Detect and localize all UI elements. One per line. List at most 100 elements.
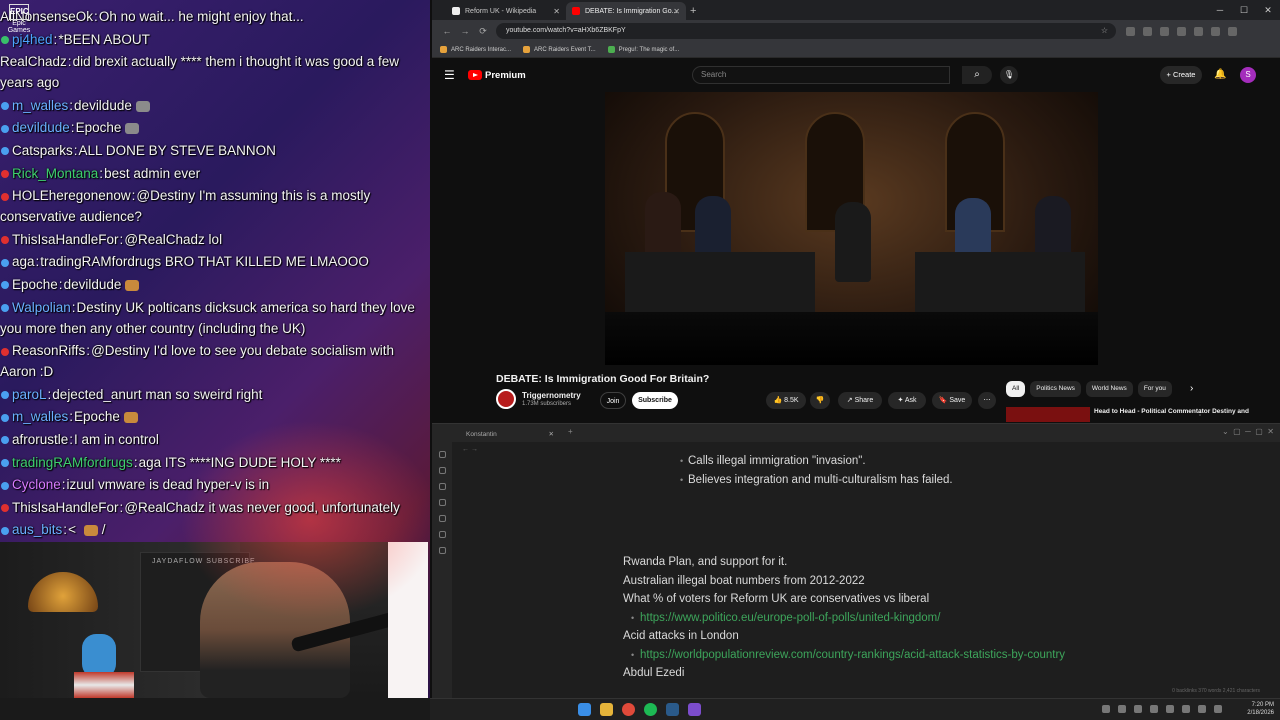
- note-link[interactable]: https://www.politico.eu/europe-poll-of-p…: [623, 609, 1183, 628]
- youtube-logo[interactable]: Premium: [468, 70, 526, 81]
- channel-avatar[interactable]: [496, 389, 516, 409]
- video-player[interactable]: [605, 92, 1098, 365]
- chat-username[interactable]: devildude: [12, 120, 70, 135]
- tray-icon[interactable]: [1134, 705, 1142, 713]
- suggested-thumbnail[interactable]: [1006, 407, 1090, 422]
- save-button[interactable]: 🔖 Save: [932, 392, 972, 409]
- extension-icon[interactable]: [1126, 26, 1135, 36]
- create-button[interactable]: + Create: [1160, 66, 1202, 84]
- reload-icon[interactable]: ⟳: [474, 26, 492, 37]
- list-icon[interactable]: [438, 547, 446, 554]
- chip-politics-news[interactable]: Politics News: [1030, 381, 1081, 397]
- chat-username[interactable]: Cyclone: [12, 477, 61, 492]
- chip-for-you[interactable]: For you: [1137, 381, 1172, 397]
- menu-icon[interactable]: [1228, 26, 1237, 36]
- notes-tab[interactable]: Konstantin ✕: [458, 427, 554, 442]
- close-icon[interactable]: ✕: [549, 427, 554, 442]
- tray-icon[interactable]: [1150, 705, 1158, 713]
- chat-username[interactable]: ReasonRiffs: [12, 343, 85, 358]
- bookmark-item[interactable]: Pregu!: The magic of...: [607, 46, 679, 53]
- chat-username[interactable]: m_walles: [12, 409, 68, 424]
- extension-icon[interactable]: [1143, 26, 1152, 36]
- tray-icon[interactable]: [1166, 705, 1174, 713]
- chat-username[interactable]: aus_bits: [12, 522, 62, 537]
- bookmark-item[interactable]: ARC Raiders Event T...: [523, 46, 596, 53]
- more-actions-icon[interactable]: ⋯: [978, 392, 996, 409]
- chat-username[interactable]: HOLEheregonenow: [12, 188, 131, 203]
- chat-username[interactable]: ThisIsaHandleFor: [12, 232, 119, 247]
- close-window-icon[interactable]: ✕: [1256, 0, 1280, 20]
- chip-world-news[interactable]: World News: [1085, 381, 1133, 397]
- close-icon[interactable]: ✕: [553, 7, 560, 16]
- hamburger-menu-icon[interactable]: ☰: [444, 68, 456, 82]
- tray-icon[interactable]: [1198, 705, 1206, 713]
- chat-username[interactable]: ThisIsaHandleFor: [12, 500, 119, 515]
- note-nav-arrows[interactable]: ← →: [462, 446, 478, 453]
- file-explorer-icon[interactable]: [600, 703, 613, 716]
- extension-icon[interactable]: [1194, 26, 1203, 36]
- extension-icon[interactable]: [1160, 26, 1169, 36]
- terminal-icon[interactable]: [438, 531, 446, 538]
- subscribe-button[interactable]: Subscribe: [632, 392, 678, 409]
- clock[interactable]: 7:20 PM 2/18/2026: [1247, 701, 1274, 717]
- like-button[interactable]: 👍 8.5K: [766, 392, 806, 409]
- chrome-icon[interactable]: [622, 703, 635, 716]
- search-button[interactable]: ⌕: [962, 66, 992, 84]
- notes-window-controls[interactable]: ⌄ ▢ ─ ▢ ✕: [1222, 427, 1274, 436]
- calendar-icon[interactable]: [438, 499, 446, 506]
- suggested-video[interactable]: Head to Head - Political Commentator Des…: [1006, 406, 1266, 422]
- chat-username[interactable]: afrorustle: [12, 432, 68, 447]
- chip-all[interactable]: All: [1006, 381, 1026, 397]
- new-tab-button[interactable]: +: [690, 2, 696, 20]
- avatar[interactable]: S: [1240, 67, 1256, 83]
- profile-icon[interactable]: [1211, 26, 1220, 36]
- chat-username[interactable]: Walpolian: [12, 300, 71, 315]
- start-icon[interactable]: [578, 703, 591, 716]
- maximize-icon[interactable]: ☐: [1232, 0, 1256, 20]
- chat-username[interactable]: Epoche: [12, 277, 58, 292]
- back-icon[interactable]: ←: [438, 26, 456, 36]
- bookmark-item[interactable]: ARC Raiders Interac...: [440, 46, 511, 53]
- obsidian-icon[interactable]: [688, 703, 701, 716]
- tray-icon[interactable]: [1102, 705, 1110, 713]
- channel-name[interactable]: Triggernometry: [522, 391, 581, 400]
- voice-search-icon[interactable]: 🎙: [1000, 66, 1018, 84]
- forward-icon[interactable]: →: [456, 26, 474, 36]
- templates-icon[interactable]: [438, 515, 446, 522]
- tray-icon[interactable]: [1182, 705, 1190, 713]
- close-icon[interactable]: ✕: [673, 7, 680, 16]
- chat-username[interactable]: paroL: [12, 387, 47, 402]
- bookmark-star-icon[interactable]: ☆: [1101, 23, 1108, 39]
- chat-username[interactable]: Rick_Montana: [12, 166, 98, 181]
- tray-icon[interactable]: [1118, 705, 1126, 713]
- chat-username[interactable]: RealChadz: [0, 54, 67, 69]
- suggested-title[interactable]: Head to Head - Political Commentator Des…: [1094, 408, 1249, 416]
- chat-username[interactable]: m_walles: [12, 98, 68, 113]
- address-bar[interactable]: youtube.com/watch?v=aHXb6ZBKFpY ☆: [496, 23, 1116, 39]
- ask-button[interactable]: ✦ Ask: [888, 392, 926, 409]
- tray-icon[interactable]: [1214, 705, 1222, 713]
- tab-youtube[interactable]: DEBATE: Is Immigration Go... ✕: [566, 2, 686, 20]
- new-note-tab-button[interactable]: +: [568, 427, 573, 436]
- extension-icon[interactable]: [1177, 26, 1186, 36]
- chat-username[interactable]: tradingRAMfordrugs: [12, 455, 133, 470]
- minimize-icon[interactable]: ─: [1208, 0, 1232, 20]
- steam-icon[interactable]: [666, 703, 679, 716]
- chat-username[interactable]: Catsparks: [12, 143, 73, 158]
- chat-separator: :: [69, 409, 74, 425]
- join-button[interactable]: Join: [600, 392, 626, 409]
- chat-username[interactable]: aga: [12, 254, 35, 269]
- graph-icon[interactable]: [438, 483, 446, 490]
- notifications-bell-icon[interactable]: 🔔: [1214, 66, 1228, 84]
- share-button[interactable]: ↗ Share: [838, 392, 882, 409]
- chevron-right-icon[interactable]: ›: [1190, 383, 1193, 394]
- spotify-icon[interactable]: [644, 703, 657, 716]
- more-vert-icon[interactable]: ⋮: [1196, 408, 1204, 417]
- search-icon[interactable]: [438, 467, 446, 474]
- dislike-button[interactable]: 👎: [810, 392, 830, 409]
- note-link[interactable]: https://worldpopulationreview.com/countr…: [623, 646, 1183, 665]
- files-icon[interactable]: [438, 451, 446, 458]
- tab-wikipedia[interactable]: Reform UK - Wikipedia ✕: [446, 2, 566, 20]
- note-content[interactable]: Calls illegal immigration "invasion". Be…: [623, 452, 1183, 683]
- search-input[interactable]: Search: [692, 66, 950, 84]
